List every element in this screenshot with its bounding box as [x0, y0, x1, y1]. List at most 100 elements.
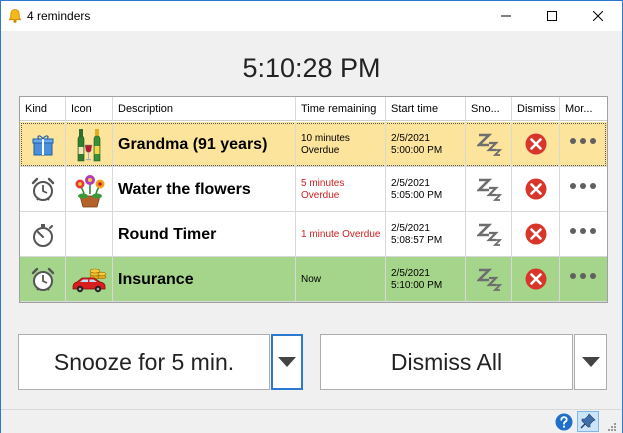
table-row[interactable]: Water the flowers 5 minutes Overdue 2/5/… — [20, 167, 607, 212]
time-remaining-line2: Overdue — [301, 144, 340, 156]
item-icon-cell — [66, 122, 113, 167]
close-button[interactable] — [575, 1, 621, 31]
chevron-down-icon — [581, 357, 600, 367]
reminder-grid: Kind Icon Description Time remaining Sta… — [19, 96, 608, 303]
dismiss-button[interactable] — [512, 167, 560, 212]
table-row[interactable]: Grandma (91 years) 10 minutes Overdue 2/… — [20, 122, 607, 167]
car-coins-icon — [72, 268, 107, 293]
reminder-description: Insurance — [118, 270, 194, 288]
reminder-description: Round Timer — [118, 225, 217, 243]
start-date: 2/5/2021 — [391, 177, 430, 189]
snooze-button[interactable] — [466, 167, 512, 212]
column-header-dismiss[interactable]: Dismiss — [512, 97, 560, 121]
bell-icon — [8, 9, 22, 23]
current-time: 5:10:28 PM — [242, 53, 381, 83]
snooze-button[interactable] — [466, 257, 512, 302]
snooze-zzz-icon — [477, 268, 503, 291]
time-remaining-line2: Overdue — [301, 189, 340, 201]
grid-header: Kind Icon Description Time remaining Sta… — [20, 97, 607, 121]
dismiss-options-dropdown[interactable] — [574, 334, 607, 390]
column-header-kind[interactable]: Kind — [20, 97, 66, 121]
snooze-zzz-icon — [477, 133, 503, 156]
alarm-clock-icon — [31, 267, 55, 291]
reminders-window: 4 reminders 5:10:28 PM Kind Icon Descrip… — [0, 0, 623, 433]
close-icon — [593, 11, 603, 21]
item-icon-cell — [66, 212, 113, 257]
start-time: 5:00:00 PM — [391, 144, 443, 156]
snooze-zzz-icon — [477, 223, 503, 246]
more-button[interactable] — [560, 167, 607, 212]
column-header-icon[interactable]: Icon — [66, 97, 113, 121]
kind-cell — [20, 167, 66, 212]
chevron-down-icon — [278, 357, 296, 367]
snooze-all-button[interactable]: Snooze for 5 min. — [18, 334, 270, 390]
description-cell: Grandma (91 years) — [113, 122, 296, 167]
time-remaining-line1: 5 minutes — [301, 177, 345, 189]
start-date: 2/5/2021 — [391, 267, 430, 279]
start-date: 2/5/2021 — [391, 132, 430, 144]
dismiss-x-icon — [525, 223, 547, 245]
gift-icon — [32, 135, 54, 156]
start-time: 5:05:00 PM — [391, 189, 443, 201]
stopwatch-icon — [33, 224, 53, 247]
column-header-snooze[interactable]: Sno... — [466, 97, 512, 121]
column-header-start-time[interactable]: Start time — [386, 97, 466, 121]
column-header-description[interactable]: Description — [113, 97, 296, 121]
alarm-clock-icon — [31, 177, 55, 201]
minimize-icon — [501, 15, 511, 17]
time-remaining-line1: 1 minute Overdue — [301, 228, 381, 240]
start-time: 5:08:57 PM — [391, 234, 443, 246]
reminder-description: Grandma (91 years) — [118, 135, 268, 153]
kind-cell — [20, 212, 66, 257]
dismiss-all-button[interactable]: Dismiss All — [320, 334, 573, 390]
snooze-duration-dropdown[interactable] — [271, 334, 303, 390]
window-title: 4 reminders — [27, 9, 91, 23]
more-dots-icon — [570, 273, 596, 279]
description-cell: Water the flowers — [113, 167, 296, 212]
start-time-cell: 2/5/2021 5:08:57 PM — [386, 212, 466, 257]
snooze-button[interactable] — [466, 122, 512, 167]
snooze-zzz-icon — [477, 178, 503, 201]
item-icon-cell — [66, 257, 113, 302]
more-button[interactable] — [560, 257, 607, 302]
minimize-button[interactable] — [483, 1, 529, 31]
resize-grip-icon[interactable] — [607, 422, 617, 432]
start-time: 5:10:00 PM — [391, 279, 443, 291]
more-dots-icon — [570, 183, 596, 189]
dismiss-x-icon — [525, 178, 547, 200]
time-remaining-cell: 1 minute Overdue — [296, 212, 386, 257]
pin-icon — [580, 413, 596, 429]
table-row[interactable]: Round Timer 1 minute Overdue 2/5/2021 5:… — [20, 212, 607, 257]
time-remaining-cell: 5 minutes Overdue — [296, 167, 386, 212]
pin-button[interactable] — [577, 411, 599, 432]
maximize-button[interactable] — [529, 1, 575, 31]
time-remaining-line1: 10 minutes — [301, 132, 350, 144]
maximize-icon — [547, 11, 557, 21]
item-icon-cell — [66, 167, 113, 212]
reminder-description: Water the flowers — [118, 180, 251, 198]
time-remaining-cell: 10 minutes Overdue — [296, 122, 386, 167]
description-cell: Round Timer — [113, 212, 296, 257]
more-dots-icon — [570, 138, 596, 144]
dismiss-button[interactable] — [512, 257, 560, 302]
column-header-more[interactable]: Mor... — [560, 97, 607, 121]
more-button[interactable] — [560, 212, 607, 257]
start-time-cell: 2/5/2021 5:00:00 PM — [386, 122, 466, 167]
start-date: 2/5/2021 — [391, 222, 430, 234]
time-remaining-cell: Now — [296, 257, 386, 302]
column-header-time-remaining[interactable]: Time remaining — [296, 97, 386, 121]
help-icon[interactable] — [555, 413, 573, 431]
dismiss-x-icon — [525, 133, 547, 155]
dismiss-button[interactable] — [512, 122, 560, 167]
more-button[interactable] — [560, 122, 607, 167]
status-bar — [1, 409, 622, 433]
description-cell: Insurance — [113, 257, 296, 302]
snooze-button[interactable] — [466, 212, 512, 257]
dismiss-button[interactable] — [512, 212, 560, 257]
start-time-cell: 2/5/2021 5:05:00 PM — [386, 167, 466, 212]
wine-bottles-icon — [77, 129, 101, 162]
table-row[interactable]: Insurance Now 2/5/2021 5:10:00 PM — [20, 257, 607, 302]
more-dots-icon — [570, 228, 596, 234]
time-remaining-line1: Now — [301, 273, 322, 285]
title-bar[interactable]: 4 reminders — [1, 1, 622, 31]
